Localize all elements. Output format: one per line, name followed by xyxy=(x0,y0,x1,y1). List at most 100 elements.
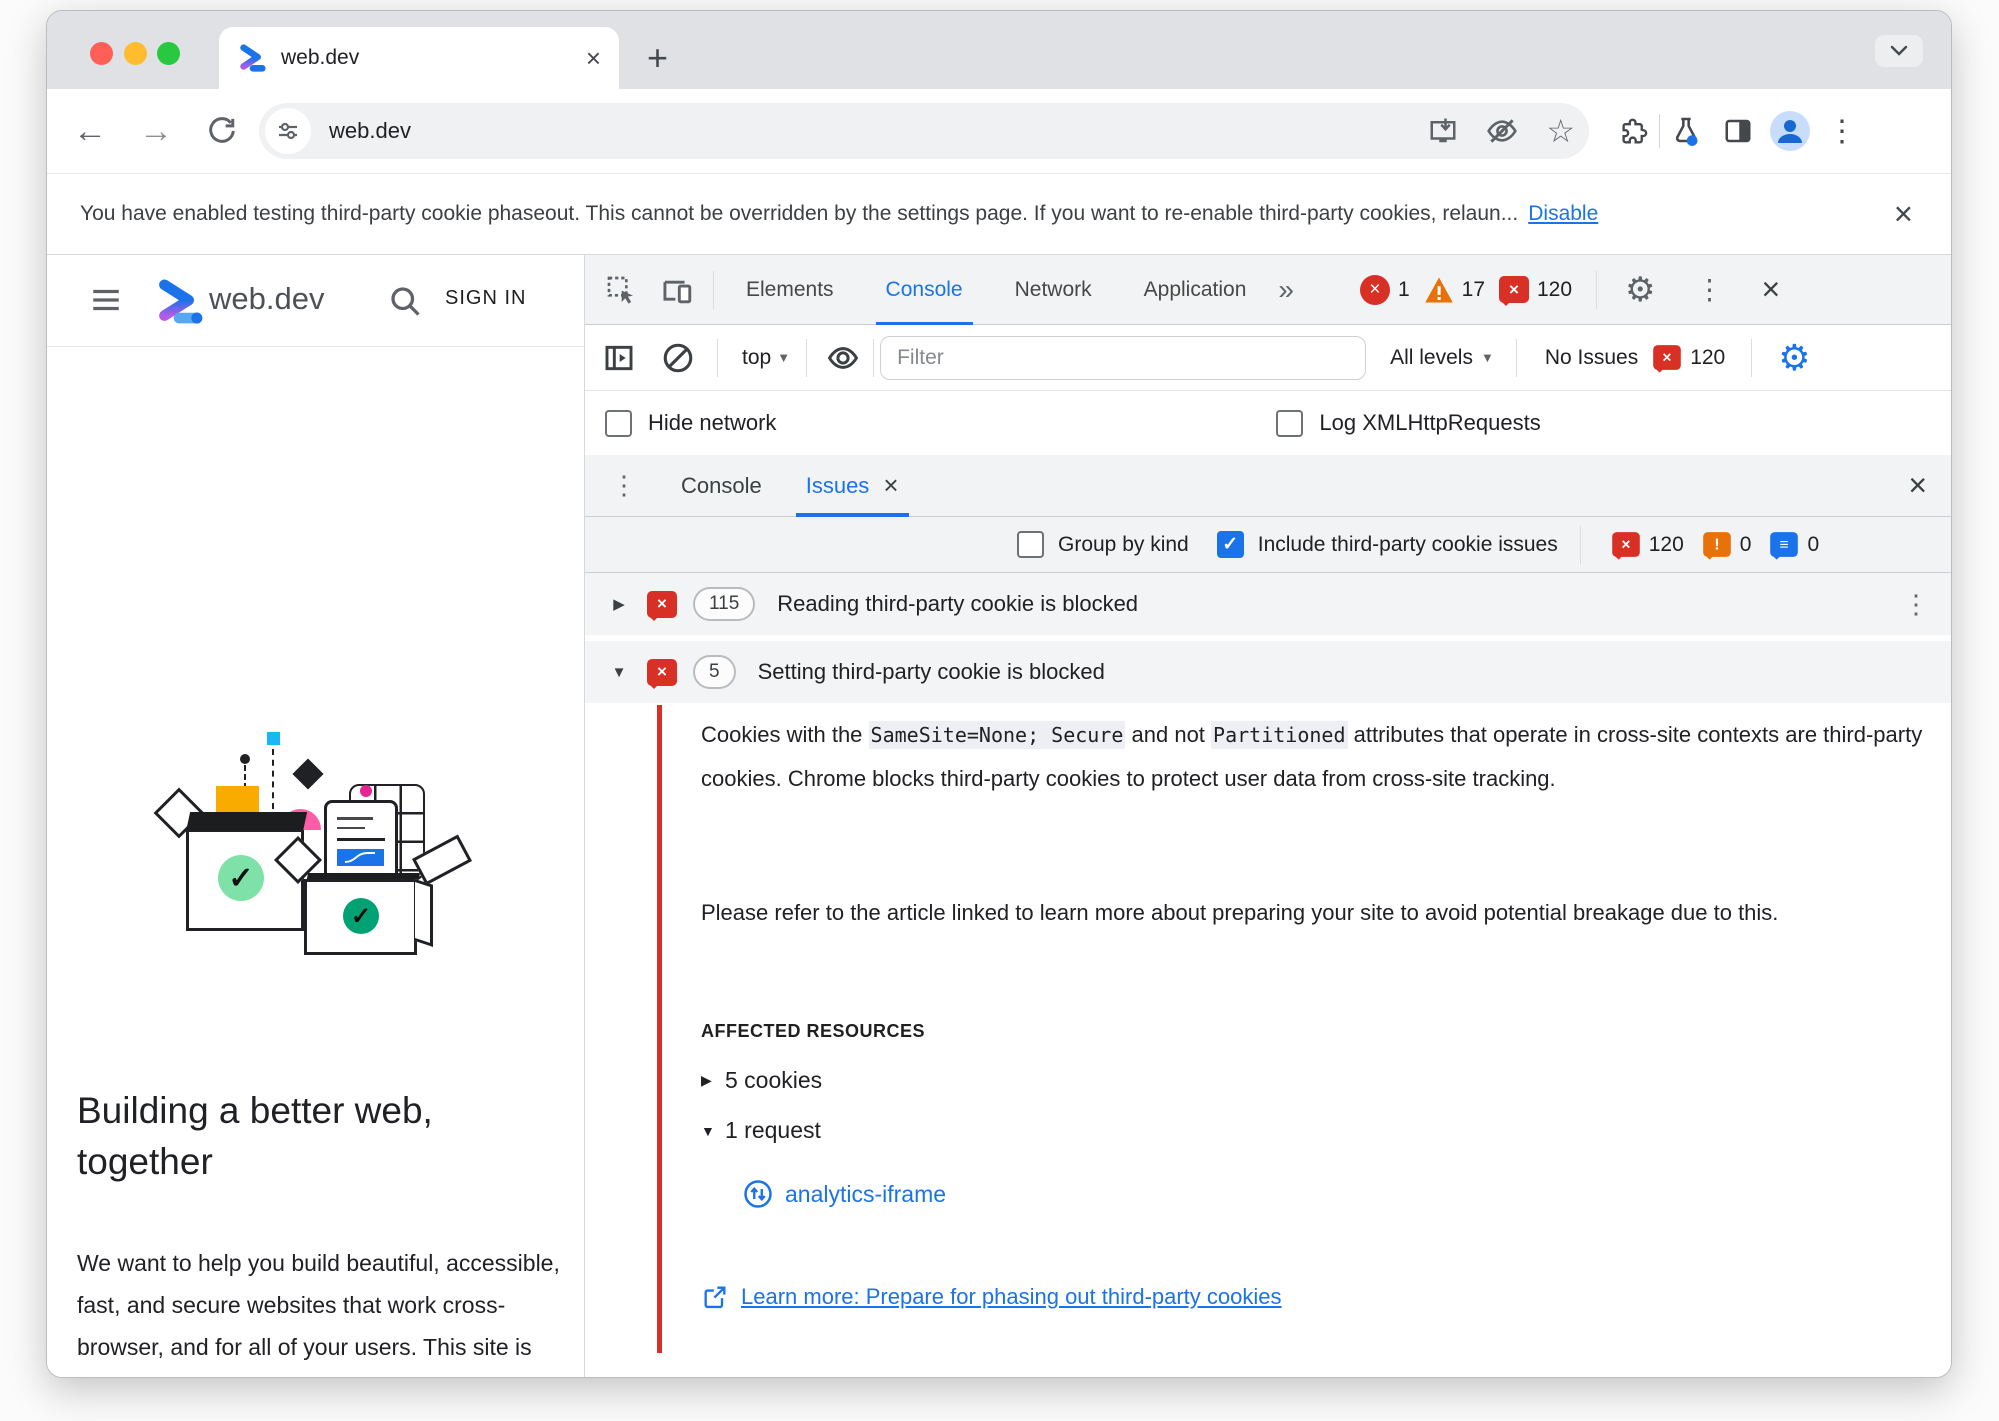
group-by-kind-checkbox[interactable] xyxy=(1017,531,1044,558)
tab-close-icon[interactable]: × xyxy=(586,45,601,71)
issue-title[interactable]: Reading third-party cookie is blocked xyxy=(777,591,1138,617)
group-by-kind-label: Group by kind xyxy=(1058,532,1189,556)
issue-advice-paragraph: Please refer to the article linked to le… xyxy=(701,900,1779,925)
network-request-icon xyxy=(744,1180,772,1208)
extensions-button[interactable] xyxy=(1607,116,1659,146)
tab-console[interactable]: Console xyxy=(860,255,989,325)
experiments-button[interactable] xyxy=(1660,115,1712,147)
include-third-party-checkbox[interactable]: ✓ xyxy=(1216,531,1244,558)
profile-avatar[interactable] xyxy=(1764,110,1816,152)
console-sidebar-toggle[interactable] xyxy=(603,342,635,374)
issue-row-reading[interactable]: ▶ × 115 Reading third-party cookie is bl… xyxy=(585,573,1951,637)
learn-more-link[interactable]: Learn more: Prepare for phasing out thir… xyxy=(701,1283,1282,1311)
issues-tab-close-icon[interactable]: × xyxy=(883,470,898,501)
request-tree-row[interactable]: ▼ 1 request xyxy=(701,1117,821,1144)
tab-network[interactable]: Network xyxy=(989,255,1118,325)
intro-paragraph: We want to help you build beautiful, acc… xyxy=(77,1250,560,1377)
drawer-close-icon[interactable]: × xyxy=(1908,467,1927,504)
tab-application[interactable]: Application xyxy=(1118,255,1273,325)
device-toolbar-button[interactable] xyxy=(661,274,695,306)
traffic-close-button[interactable] xyxy=(90,42,113,65)
address-bar[interactable]: web.dev ☆ xyxy=(259,103,1589,159)
extensions-puzzle-icon xyxy=(1622,118,1648,144)
issues-warnings-count: 0 xyxy=(1739,532,1752,556)
context-selector[interactable]: top xyxy=(742,346,771,370)
issue-row-setting[interactable]: ▼ × 5 Setting third-party cookie is bloc… xyxy=(585,641,1951,705)
console-toolbar: top ▼ All levels ▼ No Issues × 120 ⚙ xyxy=(585,325,1951,391)
issue-detail-accent-bar xyxy=(657,705,662,1353)
clear-console-button[interactable] xyxy=(661,341,695,375)
infobar-close-icon[interactable]: × xyxy=(1894,195,1913,233)
log-levels-dropdown[interactable]: All levels xyxy=(1390,346,1473,370)
drawer-tab-issues[interactable]: Issues × xyxy=(795,455,909,517)
browser-tab[interactable]: web.dev × xyxy=(219,27,619,89)
more-tabs-icon[interactable]: » xyxy=(1278,274,1294,306)
learn-more-label[interactable]: Learn more: Prepare for phasing out thir… xyxy=(741,1284,1282,1310)
code-samesite: SameSite=None; Secure xyxy=(868,721,1126,749)
tab-elements[interactable]: Elements xyxy=(720,255,860,325)
issue-title[interactable]: Setting third-party cookie is blocked xyxy=(758,659,1105,685)
issues-errors-count: 120 xyxy=(1648,532,1684,556)
error-count-icon[interactable]: × xyxy=(1359,274,1390,305)
site-info-button[interactable] xyxy=(265,108,311,154)
warning-count-icon[interactable] xyxy=(1424,276,1454,304)
request-expand-icon[interactable]: ▼ xyxy=(701,1123,725,1139)
forward-button[interactable]: → xyxy=(139,114,173,148)
browser-menu-kebab-icon[interactable]: ⋮ xyxy=(1816,114,1868,149)
log-xhr-checkbox[interactable] xyxy=(1276,409,1304,437)
collapse-arrow-icon[interactable]: ▶ xyxy=(609,595,629,613)
page-title-line2: together xyxy=(77,1141,213,1183)
sign-in-button[interactable]: SIGN IN xyxy=(445,287,526,310)
infobar: You have enabled testing third-party coo… xyxy=(47,173,1951,255)
site-header: web.dev SIGN IN xyxy=(47,255,584,347)
bookmark-star-icon[interactable]: ☆ xyxy=(1546,112,1575,150)
filter-input[interactable] xyxy=(880,335,1367,380)
cookies-tree-row[interactable]: ▶ 5 cookies xyxy=(701,1067,822,1094)
url-text[interactable]: web.dev xyxy=(329,118,1414,144)
back-button[interactable]: ← xyxy=(73,114,107,148)
request-link-row[interactable]: analytics-iframe xyxy=(743,1179,946,1209)
toolbar-issues-icon[interactable]: × xyxy=(1653,345,1682,373)
issues-count-icon[interactable]: × xyxy=(1499,276,1529,306)
context-caret-icon: ▼ xyxy=(777,350,791,365)
traffic-zoom-button[interactable] xyxy=(157,42,180,65)
page-title: Building a better web, together xyxy=(77,1085,557,1187)
side-panel-button[interactable] xyxy=(1712,116,1764,146)
webdev-favicon-icon xyxy=(240,44,266,72)
devtools-close-icon[interactable]: × xyxy=(1762,271,1781,308)
inspect-element-button[interactable] xyxy=(605,274,637,306)
traffic-minimize-button[interactable] xyxy=(124,42,147,65)
webdev-logo[interactable] xyxy=(153,275,205,327)
hide-network-checkbox[interactable] xyxy=(605,409,632,437)
request-link-label[interactable]: analytics-iframe xyxy=(785,1181,946,1208)
tab-search-chevron-button[interactable] xyxy=(1875,35,1923,67)
hamburger-menu-button[interactable] xyxy=(87,283,125,317)
reload-button[interactable] xyxy=(205,114,239,148)
expand-arrow-icon[interactable]: ▼ xyxy=(609,664,629,681)
live-expression-eye-button[interactable] xyxy=(825,341,861,375)
install-app-button[interactable] xyxy=(1428,116,1458,146)
warning-count: 17 xyxy=(1461,277,1485,301)
console-settings-gear-icon[interactable]: ⚙ xyxy=(1778,337,1810,379)
drawer-menu-kebab-icon[interactable]: ⋮ xyxy=(611,470,637,501)
inspect-cursor-icon xyxy=(607,276,633,304)
cookies-collapse-icon[interactable]: ▶ xyxy=(701,1072,725,1089)
preview-hidden-button[interactable] xyxy=(1486,115,1518,147)
illo-doc-card xyxy=(324,800,398,884)
site-search-button[interactable] xyxy=(387,283,423,319)
devtools-menu-kebab-icon[interactable]: ⋮ xyxy=(1696,273,1724,306)
brand-name[interactable]: web.dev xyxy=(209,281,324,317)
disable-link[interactable]: Disable xyxy=(1528,202,1598,226)
eye-icon xyxy=(827,346,859,369)
no-issues-label[interactable]: No Issues xyxy=(1545,346,1638,370)
avatar-icon xyxy=(1770,111,1810,151)
issues-messages-count: 0 xyxy=(1807,532,1820,556)
request-row-label: 1 request xyxy=(725,1117,821,1143)
page-title-line1: Building a better web, xyxy=(77,1090,433,1131)
install-icon xyxy=(1430,118,1456,143)
new-tab-button[interactable]: + xyxy=(647,37,668,79)
issue-row-kebab-icon[interactable]: ⋮ xyxy=(1903,589,1929,620)
devtools-settings-gear-icon[interactable]: ⚙ xyxy=(1625,270,1655,310)
cookies-row-label: 5 cookies xyxy=(725,1067,823,1093)
drawer-tab-console[interactable]: Console xyxy=(681,473,762,499)
